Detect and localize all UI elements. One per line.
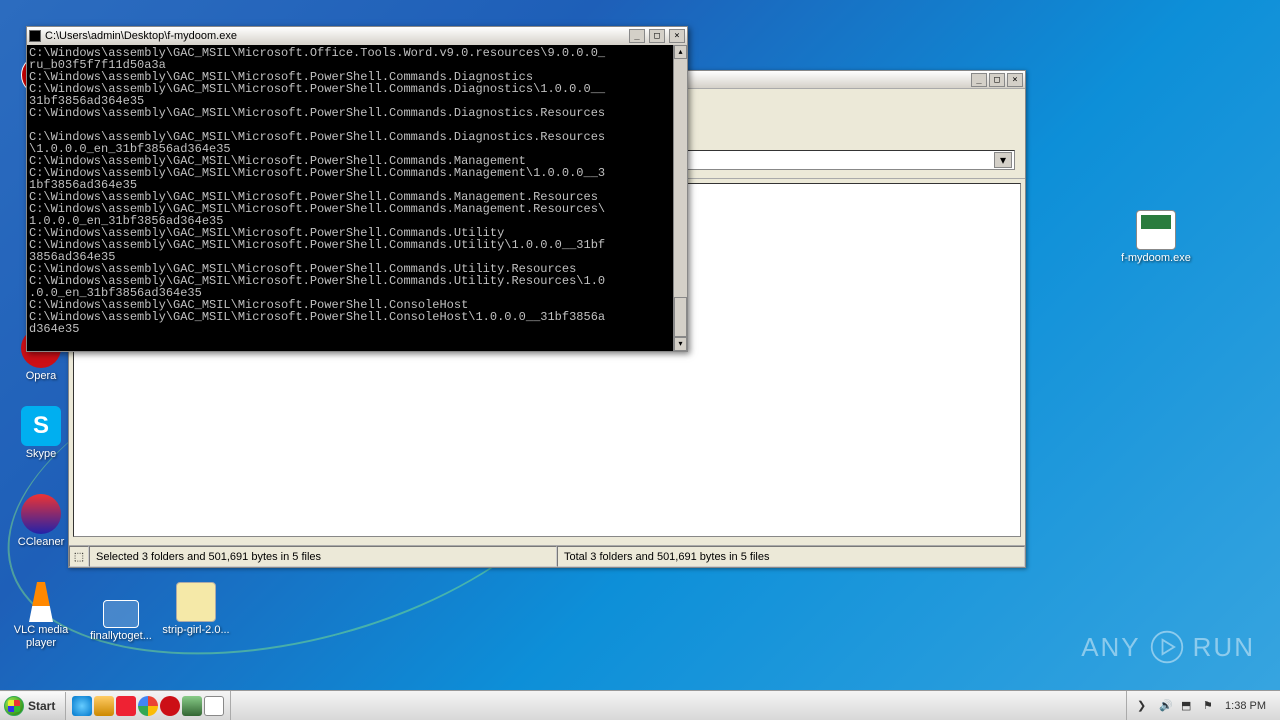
icon-label: VLC media player: [5, 624, 77, 650]
opera-icon[interactable]: [160, 696, 180, 716]
fm-statusbar: ⬚ Selected 3 folders and 501,691 bytes i…: [69, 545, 1025, 567]
quick-launch: [66, 691, 231, 720]
minimize-button[interactable]: _: [629, 29, 645, 43]
watermark-text: ANY: [1081, 632, 1140, 663]
icon-label: f-mydoom.exe: [1120, 252, 1192, 265]
desktop-icon-vlc[interactable]: VLC media player: [5, 582, 77, 650]
status-total: Total 3 folders and 501,691 bytes in 5 f…: [557, 546, 1025, 567]
console-scrollbar[interactable]: ▴ ▾: [673, 45, 687, 351]
start-label: Start: [28, 699, 55, 713]
console-titlebar[interactable]: C:\Users\admin\Desktop\f-mydoom.exe _ □ …: [27, 27, 687, 45]
windows-orb-icon: [4, 696, 24, 716]
maximize-button[interactable]: □: [989, 73, 1005, 87]
network-icon[interactable]: ⬒: [1181, 699, 1195, 713]
system-tray: ❯ 🔊 ⬒ ⚑ 1:38 PM: [1126, 691, 1280, 720]
desktop-icon-skype[interactable]: SSkype: [5, 406, 77, 461]
scroll-track[interactable]: [674, 59, 687, 337]
watermark-text2: RUN: [1193, 632, 1255, 663]
console-title-text: C:\Users\admin\Desktop\f-mydoom.exe: [45, 30, 625, 42]
volume-icon[interactable]: 🔊: [1159, 699, 1173, 713]
status-selected: Selected 3 folders and 501,691 bytes in …: [89, 546, 557, 567]
icon-label: Opera: [5, 370, 77, 383]
desktop-icon-ccleaner[interactable]: CCleaner: [5, 494, 77, 549]
icon-label: finallytoget...: [85, 630, 157, 643]
play-icon: [1149, 629, 1185, 665]
icon-label: Skype: [5, 448, 77, 461]
acrobat-icon[interactable]: [116, 696, 136, 716]
explorer-icon[interactable]: [94, 696, 114, 716]
app-icon[interactable]: [204, 696, 224, 716]
icon-label: CCleaner: [5, 536, 77, 549]
status-icon: ⬚: [69, 546, 89, 567]
tray-expand-icon[interactable]: ❯: [1137, 699, 1151, 713]
maximize-button[interactable]: □: [649, 29, 665, 43]
desktop-icon-stripgirl[interactable]: strip-girl-2.0...: [160, 582, 232, 637]
app-icon[interactable]: [182, 696, 202, 716]
close-button[interactable]: ×: [669, 29, 685, 43]
scroll-down-button[interactable]: ▾: [674, 337, 687, 351]
console-output[interactable]: C:\Windows\assembly\GAC_MSIL\Microsoft.O…: [27, 45, 673, 351]
clock[interactable]: 1:38 PM: [1225, 700, 1270, 712]
ie-icon[interactable]: [72, 696, 92, 716]
console-icon: [29, 30, 41, 42]
scroll-up-button[interactable]: ▴: [674, 45, 687, 59]
minimize-button[interactable]: _: [971, 73, 987, 87]
console-window[interactable]: C:\Users\admin\Desktop\f-mydoom.exe _ □ …: [26, 26, 688, 352]
taskbar: Start ❯ 🔊 ⬒ ⚑ 1:38 PM: [0, 690, 1280, 720]
scroll-thumb[interactable]: [674, 297, 687, 337]
desktop-icon-folder[interactable]: finallytoget...: [85, 590, 157, 643]
icon-label: strip-girl-2.0...: [160, 624, 232, 637]
desktop-icon-fmydoom[interactable]: f-mydoom.exe: [1120, 210, 1192, 265]
watermark: ANY RUN: [1081, 629, 1255, 665]
chrome-icon[interactable]: [138, 696, 158, 716]
close-button[interactable]: ×: [1007, 73, 1023, 87]
flag-icon[interactable]: ⚑: [1203, 699, 1217, 713]
start-button[interactable]: Start: [0, 692, 66, 720]
